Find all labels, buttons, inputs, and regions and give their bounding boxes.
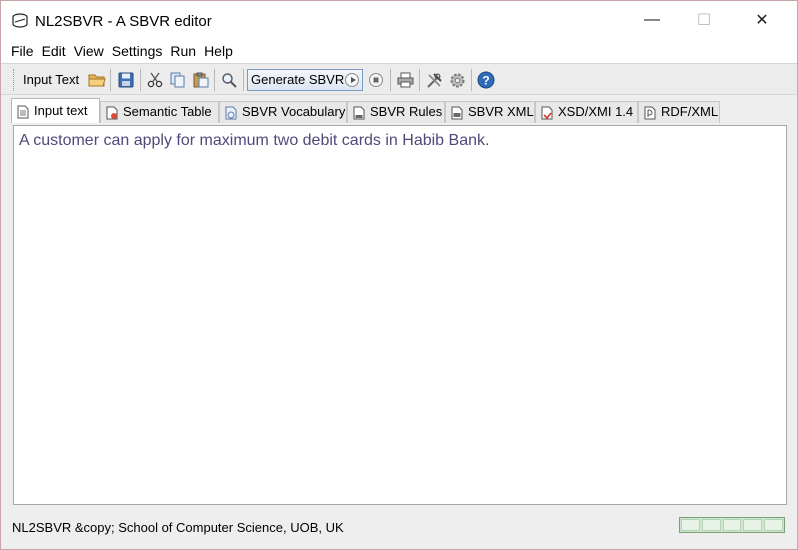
tab-xsd-xmi-label: XSD/XMI 1.4: [558, 104, 634, 119]
tab-rdf-xml-label: RDF/XML: [661, 104, 719, 119]
svg-text:?: ?: [482, 74, 489, 88]
status-text: NL2SBVR &copy; School of Computer Scienc…: [12, 520, 344, 535]
toolbar: Input Text Generate SBVR ?: [1, 63, 797, 95]
toolbar-separator: [110, 69, 111, 91]
generate-sbvr-label: Generate SBVR: [251, 72, 345, 87]
tab-semantic-table[interactable]: Semantic Table: [100, 101, 219, 123]
progress-segment: [722, 519, 742, 531]
progress-segment: [701, 519, 721, 531]
tab-input-text[interactable]: Input text: [11, 98, 100, 123]
xml-document-icon: [451, 106, 463, 120]
window-title: NL2SBVR - A SBVR editor: [35, 13, 212, 30]
cut-icon[interactable]: [144, 69, 166, 91]
menu-edit[interactable]: Edit: [42, 43, 66, 59]
menu-file[interactable]: File: [11, 43, 34, 59]
tools-icon[interactable]: [423, 69, 445, 91]
toolbar-separator: [243, 69, 244, 91]
maximize-button[interactable]: ☐: [681, 1, 727, 39]
input-text-content[interactable]: A customer can apply for maximum two deb…: [19, 132, 489, 150]
menu-bar: File Edit View Settings Run Help: [1, 39, 797, 63]
play-icon: [345, 73, 359, 87]
menu-settings[interactable]: Settings: [112, 43, 163, 59]
generate-sbvr-button[interactable]: Generate SBVR: [247, 69, 363, 91]
tab-xsd-xmi[interactable]: XSD/XMI 1.4: [535, 101, 638, 123]
table-document-icon: [106, 106, 118, 120]
tab-sbvr-rules-label: SBVR Rules: [370, 104, 443, 119]
minimize-button[interactable]: —: [629, 1, 675, 39]
app-logo-icon: [12, 13, 28, 28]
tab-input-text-label: Input text: [34, 103, 88, 118]
tab-rdf-xml[interactable]: RDF/XML: [638, 101, 720, 123]
tab-sbvr-xml-label: SBVR XML: [468, 104, 534, 119]
tab-sbvr-rules[interactable]: SBVR Rules: [347, 101, 445, 123]
help-icon[interactable]: ?: [475, 69, 497, 91]
toolbar-separator: [390, 69, 391, 91]
menu-help[interactable]: Help: [204, 43, 233, 59]
tab-strip: Input text Semantic Table SBVR Vocabular…: [1, 97, 797, 125]
settings-gear-icon[interactable]: [446, 69, 468, 91]
save-icon[interactable]: [115, 69, 137, 91]
tab-semantic-table-label: Semantic Table: [123, 104, 212, 119]
status-bar: NL2SBVR &copy; School of Computer Scienc…: [1, 513, 797, 549]
progress-segment: [764, 519, 783, 531]
toolbar-separator: [419, 69, 420, 91]
tab-sbvr-vocabulary-label: SBVR Vocabulary: [242, 104, 346, 119]
input-text-label: Input Text: [23, 72, 80, 87]
progress-segment: [681, 519, 700, 531]
xsd-document-icon: [541, 106, 553, 120]
search-icon[interactable]: [218, 69, 240, 91]
stop-icon[interactable]: [365, 69, 387, 91]
vocabulary-document-icon: [225, 106, 237, 120]
input-text-area[interactable]: A customer can apply for maximum two deb…: [13, 125, 787, 505]
close-button[interactable]: ✕: [739, 1, 785, 39]
app-window: NL2SBVR - A SBVR editor — ☐ ✕ File Edit …: [0, 0, 798, 550]
tab-sbvr-xml[interactable]: SBVR XML: [445, 101, 535, 123]
toolbar-separator: [140, 69, 141, 91]
tab-sbvr-vocabulary[interactable]: SBVR Vocabulary: [219, 101, 347, 123]
copy-icon[interactable]: [167, 69, 189, 91]
rdf-document-icon: [644, 106, 656, 120]
toolbar-separator: [471, 69, 472, 91]
progress-indicator: [679, 517, 785, 533]
text-document-icon: [17, 105, 29, 119]
progress-segment: [743, 519, 763, 531]
menu-run[interactable]: Run: [170, 43, 196, 59]
open-folder-icon[interactable]: [86, 69, 108, 91]
title-bar: NL2SBVR - A SBVR editor — ☐ ✕: [1, 1, 797, 39]
rules-document-icon: [353, 106, 365, 120]
menu-view[interactable]: View: [74, 43, 104, 59]
paste-icon[interactable]: [190, 69, 212, 91]
toolbar-grip[interactable]: [13, 69, 16, 91]
print-icon[interactable]: [394, 69, 416, 91]
toolbar-separator: [214, 69, 215, 91]
